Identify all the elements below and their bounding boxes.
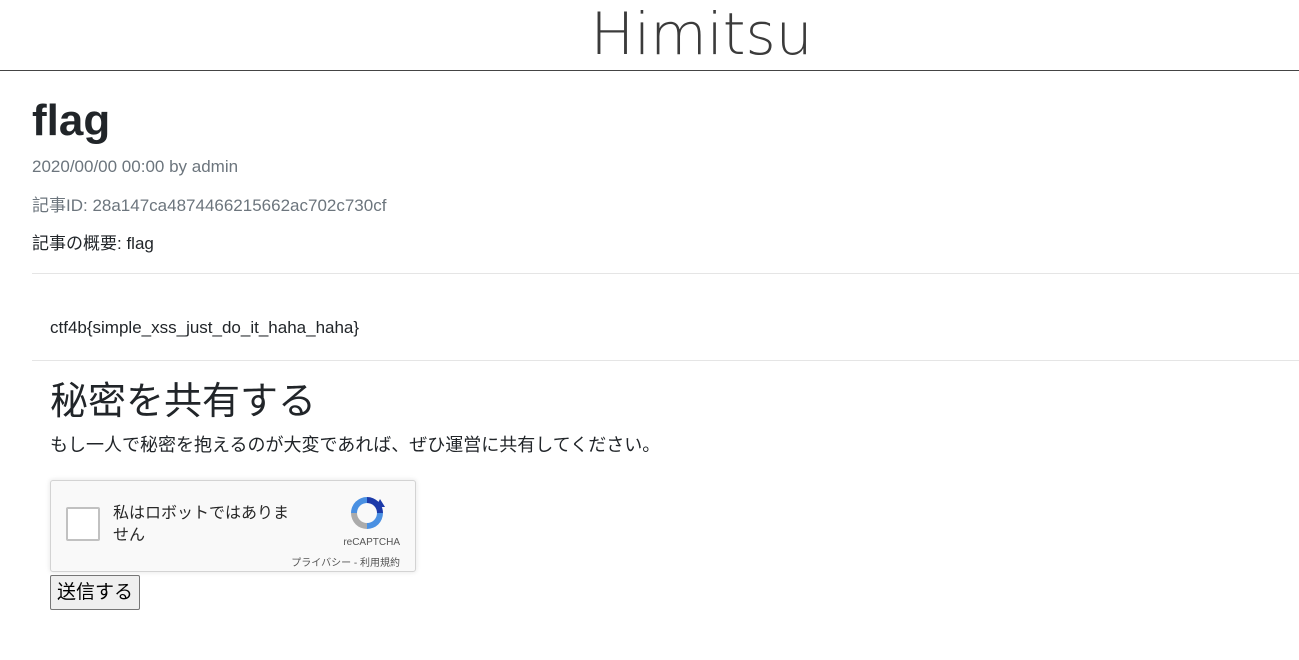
recaptcha-link-separator: - bbox=[351, 558, 360, 569]
article-summary: 記事の概要: flag bbox=[32, 234, 154, 253]
share-section: 秘密を共有する もし一人で秘密を抱えるのが大変であれば、ぜひ運営に共有してくださ… bbox=[32, 361, 1299, 610]
recaptcha-checkbox[interactable] bbox=[66, 507, 100, 541]
recaptcha-terms-link[interactable]: 利用規約 bbox=[360, 558, 400, 569]
site-title: Himitsu bbox=[590, 0, 813, 68]
recaptcha-privacy-link[interactable]: プライバシー bbox=[291, 558, 351, 569]
article-body: ctf4b{simple_xss_just_do_it_haha_haha} bbox=[50, 318, 360, 337]
submit-button[interactable]: 送信する bbox=[50, 575, 141, 610]
article-title: flag bbox=[32, 96, 111, 145]
share-description: もし一人で秘密を抱えるのが大変であれば、ぜひ運営に共有してください。 bbox=[50, 435, 661, 455]
recaptcha-widget: 私はロボットではありません reCAPTCHA プライバシー - 利用規約 bbox=[50, 480, 416, 572]
share-heading: 秘密を共有する bbox=[50, 381, 317, 423]
article: flag 2020/00/00 00:00 by admin 記事ID: 28a… bbox=[0, 71, 1299, 610]
article-id: 記事ID: 28a147ca4874466215662ac702c730cf bbox=[32, 196, 387, 215]
recaptcha-links: プライバシー - 利用規約 bbox=[291, 554, 400, 569]
recaptcha-brand: reCAPTCHA bbox=[343, 537, 400, 548]
article-date-author: 2020/00/00 00:00 by admin bbox=[32, 157, 239, 176]
recaptcha-logo-icon bbox=[351, 497, 385, 529]
site-header: Himitsu bbox=[0, 0, 1299, 71]
recaptcha-label: 私はロボットではありません bbox=[113, 505, 290, 544]
